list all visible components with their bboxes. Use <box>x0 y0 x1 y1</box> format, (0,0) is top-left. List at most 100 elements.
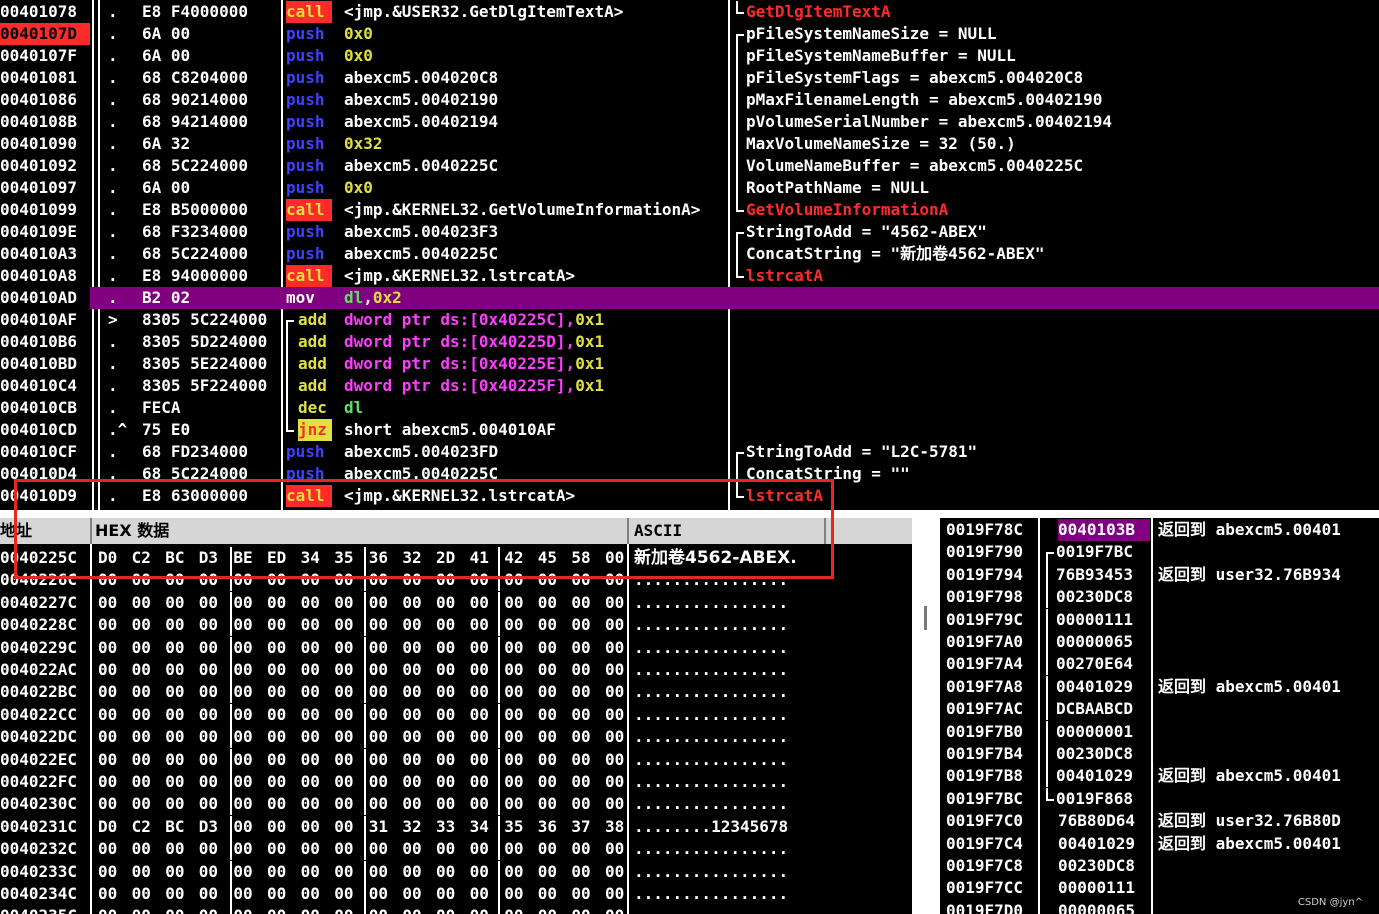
dump-byte[interactable]: 00 <box>538 883 564 905</box>
dump-row[interactable]: 004022CC 00 00 00 00 00 00 00 00 00 00 00 00 00 00 00 00… <box>0 703 912 726</box>
dump-byte[interactable]: 00 <box>165 905 191 914</box>
dump-byte[interactable]: 00 <box>369 592 395 614</box>
dump-byte[interactable]: 00 <box>233 637 259 659</box>
dump-byte[interactable]: 00 <box>334 637 360 659</box>
dump-byte[interactable]: 00 <box>301 681 327 703</box>
dump-byte[interactable]: 00 <box>165 681 191 703</box>
dump-byte[interactable]: 00 <box>98 614 124 636</box>
dump-byte[interactable]: 00 <box>233 905 259 914</box>
stack-row[interactable]: 0019F7BC 0019F868 <box>940 787 1379 810</box>
dump-byte[interactable]: 00 <box>267 883 293 905</box>
dump-byte[interactable]: 00 <box>301 704 327 726</box>
dump-byte[interactable]: 00 <box>233 614 259 636</box>
dump-byte[interactable]: 00 <box>436 793 462 815</box>
dump-byte[interactable]: 00 <box>98 592 124 614</box>
dump-byte[interactable]: 00 <box>98 861 124 883</box>
dump-byte[interactable]: 00 <box>436 704 462 726</box>
stack-row[interactable]: 0019F790 0019F7BC <box>940 541 1379 566</box>
dump-byte[interactable]: 00 <box>334 659 360 681</box>
dump-byte[interactable]: 00 <box>267 793 293 815</box>
dump-byte[interactable]: 00 <box>267 905 293 914</box>
disasm-row[interactable]: 004010C4. 8305 5F224000 add dword ptr ds:[0… <box>0 375 1379 397</box>
dump-byte[interactable]: 00 <box>402 704 428 726</box>
dump-byte[interactable]: 00 <box>538 905 564 914</box>
stack-row[interactable]: 0019F79C 00000111 <box>940 608 1379 631</box>
dump-byte[interactable]: 00 <box>98 771 124 793</box>
dump-row[interactable]: 0040230C 00 00 00 00 00 00 00 00 00 00 00 00 00 00 00 00… <box>0 793 912 816</box>
disasm-row[interactable]: 0040107D. 6A 00 push 0x0 pFileSystemNameSize… <box>0 23 1379 47</box>
dump-byte[interactable]: 00 <box>199 749 225 771</box>
dump-byte[interactable]: 00 <box>301 637 327 659</box>
dump-byte[interactable]: 00 <box>538 614 564 636</box>
dump-byte[interactable]: 00 <box>165 637 191 659</box>
stack-row[interactable]: 0019F7AC DCBAABCD <box>940 698 1379 721</box>
dump-byte[interactable]: 00 <box>504 659 530 681</box>
dump-byte[interactable]: 00 <box>165 726 191 748</box>
dump-byte[interactable]: 00 <box>504 637 530 659</box>
dump-row[interactable]: 0040233C 00 00 00 00 00 00 00 00 00 00 00 00 00 00 00 00… <box>0 860 912 883</box>
dump-byte[interactable]: 00 <box>132 771 158 793</box>
dump-byte[interactable]: 00 <box>436 614 462 636</box>
dump-byte[interactable]: 00 <box>436 637 462 659</box>
dump-byte[interactable]: 00 <box>199 771 225 793</box>
dump-byte[interactable]: 00 <box>233 861 259 883</box>
dump-byte[interactable]: 36 <box>538 816 564 838</box>
dump-byte[interactable]: 00 <box>470 726 496 748</box>
dump-byte[interactable]: 00 <box>369 771 395 793</box>
dump-byte[interactable]: 00 <box>538 681 564 703</box>
dump-byte[interactable]: 00 <box>267 816 293 838</box>
dump-row[interactable]: 004022BC 00 00 00 00 00 00 00 00 00 00 00 00 00 00 00 00… <box>0 681 912 704</box>
dump-byte[interactable]: 00 <box>504 883 530 905</box>
dump-byte[interactable]: 00 <box>98 883 124 905</box>
dump-byte[interactable]: 00 <box>571 905 597 914</box>
dump-byte[interactable]: 00 <box>402 659 428 681</box>
dump-byte[interactable]: 00 <box>470 659 496 681</box>
dump-byte[interactable]: 00 <box>334 883 360 905</box>
dump-byte[interactable]: 00 <box>233 681 259 703</box>
dump-byte[interactable]: 00 <box>301 905 327 914</box>
dump-byte[interactable]: 00 <box>98 749 124 771</box>
dump-byte[interactable]: 00 <box>132 838 158 860</box>
dump-byte[interactable]: 00 <box>199 883 225 905</box>
dump-byte[interactable]: 00 <box>334 861 360 883</box>
dump-byte[interactable]: D0 <box>98 816 124 838</box>
dump-byte[interactable]: 00 <box>334 749 360 771</box>
disasm-row[interactable]: 00401097. 6A 00 push 0x0 RootPathName = NULL <box>0 177 1379 199</box>
dump-byte[interactable]: 00 <box>470 793 496 815</box>
dump-byte[interactable]: 00 <box>233 726 259 748</box>
dump-byte[interactable]: 00 <box>402 793 428 815</box>
dump-byte[interactable]: 00 <box>402 771 428 793</box>
dump-row[interactable]: 0040228C 00 00 00 00 00 00 00 00 00 00 00 00 00 00 00 00… <box>0 614 912 637</box>
stack-row[interactable]: 0019F7B8 00401029 返回到 abexcm5.00401 <box>940 765 1379 788</box>
dump-byte[interactable]: 00 <box>267 614 293 636</box>
dump-byte[interactable]: 00 <box>571 771 597 793</box>
disasm-row[interactable]: 0040107F. 6A 00 push 0x0 pFileSystemNameBuff… <box>0 45 1379 67</box>
dump-byte[interactable]: 00 <box>436 659 462 681</box>
dump-byte[interactable]: 00 <box>538 793 564 815</box>
dump-byte[interactable]: 00 <box>571 592 597 614</box>
dump-byte[interactable]: 00 <box>267 681 293 703</box>
disasm-row[interactable]: 004010A8. E8 94000000 call <jmp.&KERNEL32.l… <box>0 265 1379 287</box>
stack-pane[interactable]: 0019F78C 0040103B 返回到 abexcm5.00401 0019F79… <box>940 518 1379 914</box>
dump-byte[interactable]: 00 <box>132 883 158 905</box>
dump-byte[interactable]: 00 <box>98 793 124 815</box>
dump-byte[interactable]: 00 <box>571 883 597 905</box>
dump-byte[interactable]: 37 <box>571 816 597 838</box>
disasm-row[interactable]: 004010CD .^ 75 E0 jnz short abexcm5.004010AF <box>0 419 1379 441</box>
disasm-row[interactable]: 004010CB. FECA dec dl <box>0 397 1379 419</box>
dump-byte[interactable]: 00 <box>199 681 225 703</box>
dump-byte[interactable]: 32 <box>402 816 428 838</box>
dump-byte[interactable]: 00 <box>369 614 395 636</box>
dump-byte[interactable]: 00 <box>369 838 395 860</box>
dump-byte[interactable]: 00 <box>165 592 191 614</box>
dump-byte[interactable]: 00 <box>199 592 225 614</box>
dump-byte[interactable]: 00 <box>301 838 327 860</box>
dump-byte[interactable]: 00 <box>571 838 597 860</box>
dump-byte[interactable]: 00 <box>571 659 597 681</box>
dump-byte[interactable]: 00 <box>571 637 597 659</box>
dump-byte[interactable]: 00 <box>470 749 496 771</box>
dump-byte[interactable]: 00 <box>436 749 462 771</box>
stack-row[interactable]: 0019F798 00230DC8 <box>940 586 1379 609</box>
dump-byte[interactable]: 00 <box>369 749 395 771</box>
dump-byte[interactable]: 00 <box>334 838 360 860</box>
